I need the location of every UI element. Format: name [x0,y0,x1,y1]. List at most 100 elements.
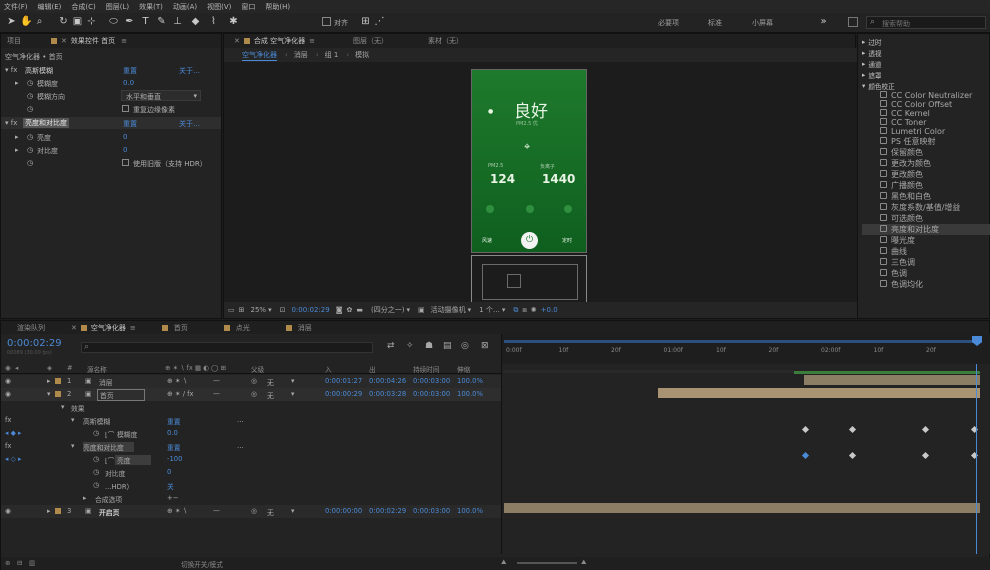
stopwatch-icon[interactable]: ◷ [93,455,99,463]
prop-value[interactable]: 0 [123,146,127,154]
layer-3-bar[interactable] [504,503,980,513]
tab-comp-layer[interactable]: 消层 [298,323,312,333]
hand-tool-icon[interactable]: ✋ [20,16,32,28]
keyframe-icon[interactable] [801,425,810,434]
resolution-icon[interactable]: ⊡ [280,306,286,314]
reset-link[interactable]: 重置 [123,119,137,129]
ellipse-tool-icon[interactable]: ⬭ [108,16,119,28]
menu-help[interactable]: 帮助(H) [265,2,290,12]
keyframe-icon[interactable] [921,425,930,434]
quality-select[interactable]: (四分之一) [371,305,404,315]
stopwatch-icon[interactable]: ◷ [27,79,33,87]
workspace-essentials[interactable]: 必要项 [658,18,679,28]
time-ruler[interactable]: 0:00f 10f 20f 01:00f 10f 20f 02:00f 10f 20f [501,334,990,364]
panel-menu-icon[interactable]: ≡ [121,37,127,45]
overflow-icon[interactable]: » [818,16,829,28]
timeline-zoom-slider[interactable] [517,562,577,564]
panel-menu-icon[interactable]: ≡ [130,324,136,332]
layer-row-3[interactable]: ◉ ▸ 3 ▣ 开启页 ⊕ ✶ ∖ — ◎ 无 ▾ 0:00:00:00 0:0… [1,505,501,518]
breadcrumb-item[interactable]: 组 1 [325,50,339,60]
comp-viewer[interactable]: ● 良好 PM2.5 优 ⌖ PM2.5 负离子 124 1440 风速 ⏻ 定… [224,62,857,302]
eye-icon[interactable]: ◉ [5,390,11,398]
frame-blend-icon[interactable]: ▤ [443,341,452,351]
expand-arrow-icon[interactable]: ▸ [15,79,19,87]
layer-2-bar[interactable] [658,388,980,398]
keyframe-nav-icon[interactable]: ◂ ◇ ▸ [5,455,21,463]
layer-out[interactable]: 0:00:04:26 [369,377,406,385]
rotate-tool-icon[interactable]: ↻ [58,16,69,28]
mode-dropdown[interactable]: — [213,390,220,398]
prop-row-brightness[interactable]: ◂ ◇ ▸ ◷ ⌊⌒ 亮度 -100 [1,453,501,466]
mode-dropdown[interactable]: — [213,377,220,385]
effect-item[interactable]: PS 任意映射 [862,136,990,147]
stopwatch-icon[interactable]: ◷ [27,133,33,141]
menu-view[interactable]: 视图(V) [207,2,231,12]
effect-gaussian-blur[interactable]: ▾ fx 高斯模糊 重置 关于… [1,64,221,75]
render-time-icon[interactable]: ⊛ [5,559,11,567]
prop-value[interactable]: 0 [123,133,127,141]
effect-reset[interactable]: 重置 [167,442,181,452]
track-area[interactable] [501,364,990,554]
zoom-select[interactable]: 25% [251,306,267,314]
layer-name[interactable]: 开启页 [99,507,119,517]
layer-out[interactable]: 0:00:03:28 [369,390,406,398]
eraser-tool-icon[interactable]: ◆ [190,16,201,28]
breadcrumb-item[interactable]: 消层 [294,50,308,60]
keyframe-icon[interactable] [921,451,930,460]
effect-brightness-contrast[interactable]: ▾ fx 亮度和对比度 重置 关于… [1,117,221,129]
camera-tool-icon[interactable]: ▣ [72,16,83,28]
about-link[interactable]: 关于… [179,119,200,129]
tab-composition[interactable]: 合成 空气净化器 [254,36,305,46]
effect-item[interactable]: 三色调 [862,257,990,268]
label-color-swatch[interactable] [55,508,61,514]
selection-tool-icon[interactable]: ➤ [6,16,17,28]
effect-item[interactable]: 灰度系数/基值/增益 [862,202,990,213]
effect-item[interactable]: 广播颜色 [862,180,990,191]
stopwatch-icon[interactable]: ◷ [27,105,33,113]
expand-arrow-icon[interactable]: ▸ [15,146,19,154]
effect-item[interactable]: 色调均化 [862,279,990,290]
expand-arrow-icon[interactable]: ▸ [47,377,50,385]
prop-value[interactable]: -100 [167,455,182,463]
layer-duration[interactable]: 0:00:03:00 [413,390,450,398]
layer-in[interactable]: 0:00:01:27 [325,377,362,385]
tab-project[interactable]: 项目 [7,36,21,46]
effect-item[interactable]: CC Color Neutralizer [862,91,990,100]
graph-icon[interactable]: ⌊⌒ [105,429,114,439]
stopwatch-icon[interactable]: ◷ [27,92,33,100]
views-select[interactable]: 1 个… [479,305,500,315]
expand-arrow-icon[interactable]: ▸ [15,133,19,141]
keyframe-icon[interactable] [801,451,810,460]
category-obsolete[interactable]: ▸ 过时 [862,37,990,48]
prop-value[interactable]: 0 [167,468,171,476]
tab-render-queue[interactable]: 渲染队列 [17,323,45,333]
effect-item[interactable]: CC Color Offset [862,100,990,109]
collapse-arrow-icon[interactable]: ▾ [71,416,74,424]
zoom-in-icon[interactable]: ⛰ [581,558,587,567]
category-perspective[interactable]: ▸ 透视 [862,48,990,59]
collapse-arrow-icon[interactable]: ▾ [61,403,64,411]
panel-menu-icon[interactable]: ≡ [309,37,315,45]
reset-link[interactable]: 重置 [123,66,137,76]
prop-row-composite-options[interactable]: ▸ 合成选项 +− [1,492,501,505]
align-checkbox[interactable] [322,17,331,26]
layer-in[interactable]: 0:00:00:00 [325,507,362,515]
effect-item[interactable]: 可选颜色 [862,213,990,224]
playhead-handle-icon[interactable] [972,336,982,346]
effect-item[interactable]: 黑色和白色 [862,191,990,202]
stopwatch-icon[interactable]: ◷ [93,429,99,437]
preview-icon[interactable]: ▭ [228,306,235,314]
stopwatch-icon[interactable]: ◷ [27,146,33,154]
clone-tool-icon[interactable]: ⊥ [172,16,183,28]
exposure-value[interactable]: +0.0 [541,306,558,314]
eye-icon[interactable]: ◉ [5,377,11,385]
breadcrumb-item[interactable]: 空气净化器 [242,50,277,61]
layer-switches[interactable]: ⊕ ✶ ∕ fx [167,390,194,398]
label-color-swatch[interactable] [55,391,61,397]
add-remove-icon[interactable]: +− [167,494,178,502]
prop-value[interactable]: 0.0 [123,79,134,87]
zoom-tool-icon[interactable]: ⌕ [34,16,45,28]
snap-icon[interactable]: ⊞ [360,16,371,28]
parent-select[interactable]: 无 [267,507,274,517]
close-icon[interactable]: ✕ [61,37,67,45]
